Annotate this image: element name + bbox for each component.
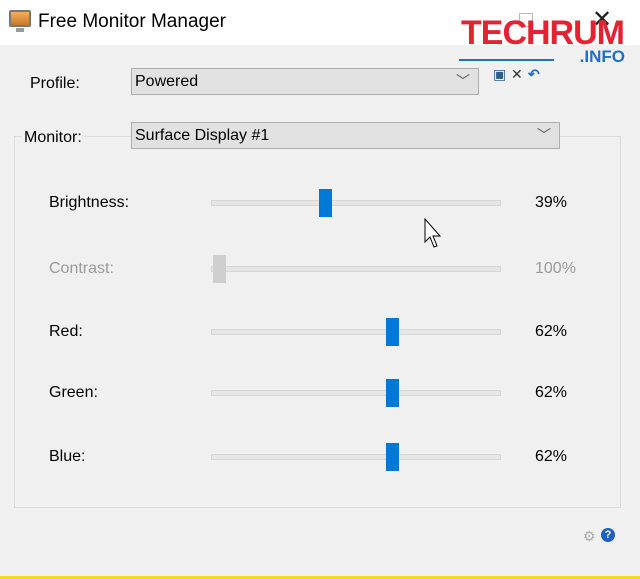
watermark-suffix: .INFO [579,47,625,66]
profile-dropdown[interactable]: Powered ﹀ [131,68,479,95]
watermark-line [459,59,554,61]
save-icon[interactable]: ▣ [493,66,506,83]
red-slider-thumb[interactable] [385,318,399,346]
green-slider[interactable] [211,379,501,407]
red-slider[interactable] [211,318,501,346]
blue-value: 62% [535,448,568,465]
help-icon[interactable]: ? [601,528,615,542]
green-slider-thumb[interactable] [385,379,399,407]
green-label: Green: [49,384,98,401]
profile-value: Powered [135,73,199,90]
contrast-value: 100% [535,260,576,277]
blue-slider[interactable] [211,443,501,471]
window-title: Free Monitor Manager [38,11,226,32]
settings-icon[interactable]: ⚙ [583,528,596,545]
profile-label: Profile: [30,75,80,92]
maximize-button[interactable] [519,13,533,27]
chevron-down-icon: ﹀ [456,73,470,89]
blue-slider-thumb[interactable] [385,443,399,471]
monitor-value: Surface Display #1 [135,127,270,144]
title-bar: Free Monitor Manager ✕ [0,0,640,45]
contrast-slider-thumb [213,255,226,283]
brightness-value: 39% [535,194,568,211]
brightness-slider-thumb[interactable] [319,189,333,217]
contrast-slider [211,255,501,283]
monitor-icon [9,10,31,32]
red-value: 62% [535,323,568,340]
chevron-down-icon: ﹀ [537,127,551,143]
monitor-label: Monitor: [22,129,84,147]
brightness-slider[interactable] [211,189,501,217]
red-label: Red: [49,323,83,340]
delete-icon[interactable]: ✕ [511,66,523,83]
brightness-label: Brightness: [49,194,130,211]
monitor-group [14,136,621,508]
undo-icon[interactable]: ↶ [528,66,540,83]
green-value: 62% [535,384,568,401]
blue-label: Blue: [49,448,86,465]
close-button[interactable]: ✕ [592,8,612,32]
monitor-dropdown[interactable]: Surface Display #1 ﹀ [131,122,560,149]
contrast-label: Contrast: [49,260,114,277]
mouse-cursor-icon [424,218,442,248]
